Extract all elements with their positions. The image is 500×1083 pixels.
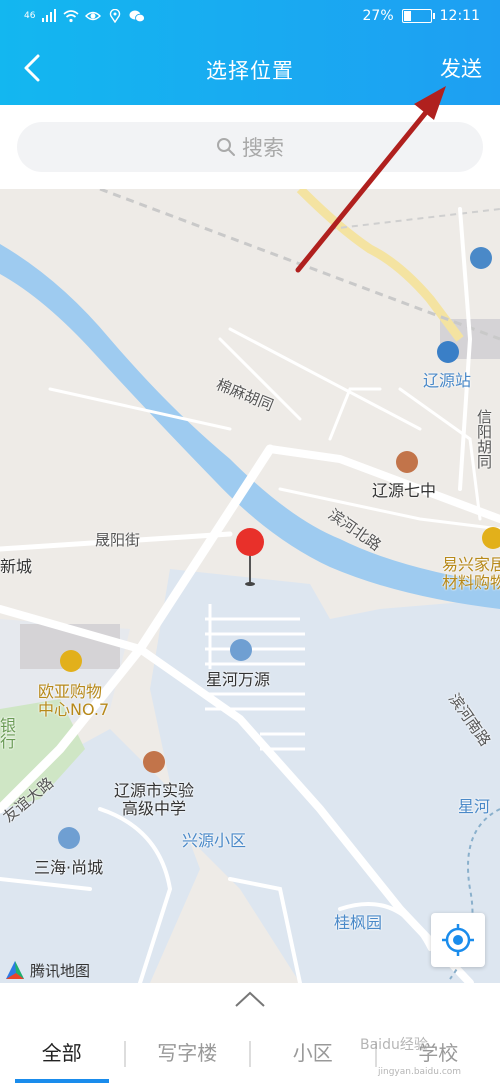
poi-yixing-line2[interactable]: 材料购物 — [442, 569, 500, 593]
map-logo: 腾讯地图 — [4, 959, 90, 981]
app-header: 46 27% 12:11 选择位置 发送 — [0, 0, 500, 105]
street-xinyang: 信阳胡同 — [475, 409, 493, 469]
tencent-map-logo-icon — [6, 961, 24, 979]
signal-icon — [42, 9, 57, 22]
send-button[interactable]: 发送 — [440, 53, 482, 83]
watermark-text: Baidu经验 — [360, 1037, 428, 1053]
location-icon — [110, 9, 121, 23]
page-title: 选择位置 — [206, 59, 294, 83]
status-left: 46 — [24, 9, 146, 23]
poi-guifeng[interactable]: 桂枫园 — [334, 909, 382, 933]
tab-office[interactable]: 写字楼 — [126, 1027, 250, 1083]
wifi-icon — [63, 10, 79, 23]
watermark: Baidu经验 jingyan.baidu.com — [360, 1034, 461, 1077]
tab-residential[interactable]: 小区 — [251, 1027, 375, 1083]
poi-home-icon[interactable] — [470, 247, 492, 269]
map-logo-text: 腾讯地图 — [30, 961, 91, 980]
wechat-icon — [129, 10, 146, 23]
residential-icon[interactable] — [58, 827, 80, 849]
poi-liaoyuan-no7[interactable]: 辽源七中 — [372, 477, 436, 501]
status-bar: 46 27% 12:11 — [0, 0, 500, 34]
battery-percent: 27% — [362, 8, 394, 24]
map-view[interactable]: 辽源站 棉麻胡同 辽源七中 滨河北路 易兴家居 材料购物 晟阳街 新城 星河万源… — [0, 189, 500, 983]
tab-all[interactable]: 全部 — [0, 1027, 124, 1083]
eye-icon — [85, 11, 102, 21]
residential-icon[interactable] — [230, 639, 252, 661]
battery-fill — [403, 11, 411, 21]
train-station-icon[interactable] — [437, 341, 459, 363]
school-icon[interactable] — [396, 451, 418, 473]
watermark-sub: jingyan.baidu.com — [378, 1067, 462, 1077]
search-input[interactable]: 搜索 — [17, 122, 483, 172]
map-pin-icon[interactable] — [233, 527, 267, 589]
street-shengyang: 晟阳街 — [95, 531, 141, 549]
locate-icon — [442, 924, 474, 956]
search-placeholder: 搜索 — [242, 136, 284, 160]
shop-icon[interactable] — [60, 650, 82, 672]
poi-school-line2[interactable]: 高级中学 — [122, 795, 186, 819]
poi-xinghe-right[interactable]: 星河 — [458, 793, 490, 817]
chevron-up-icon[interactable] — [232, 988, 268, 1010]
locate-button[interactable] — [431, 913, 485, 967]
search-icon — [217, 138, 235, 156]
shop-icon[interactable] — [482, 527, 500, 549]
poi-ouya-line2[interactable]: 中心NO.7 — [38, 696, 109, 720]
status-right: 27% 12:11 — [363, 8, 480, 24]
signal-type-label: 46 — [24, 11, 36, 21]
battery-icon — [401, 9, 435, 23]
poi-xingyuan[interactable]: 兴源小区 — [182, 827, 246, 851]
search-bar: 搜索 — [0, 105, 500, 189]
poi-xincheng[interactable]: 新城 — [0, 553, 32, 577]
school-icon[interactable] — [143, 751, 165, 773]
poi-xinghe-wanyuan[interactable]: 星河万源 — [206, 666, 270, 690]
clock: 12:11 — [439, 8, 480, 24]
poi-liaoyuan-station[interactable]: 辽源站 — [423, 367, 471, 391]
poi-partial-left[interactable]: 银行 — [0, 717, 18, 749]
poi-sanhai[interactable]: 三海·尚城 — [34, 854, 103, 878]
